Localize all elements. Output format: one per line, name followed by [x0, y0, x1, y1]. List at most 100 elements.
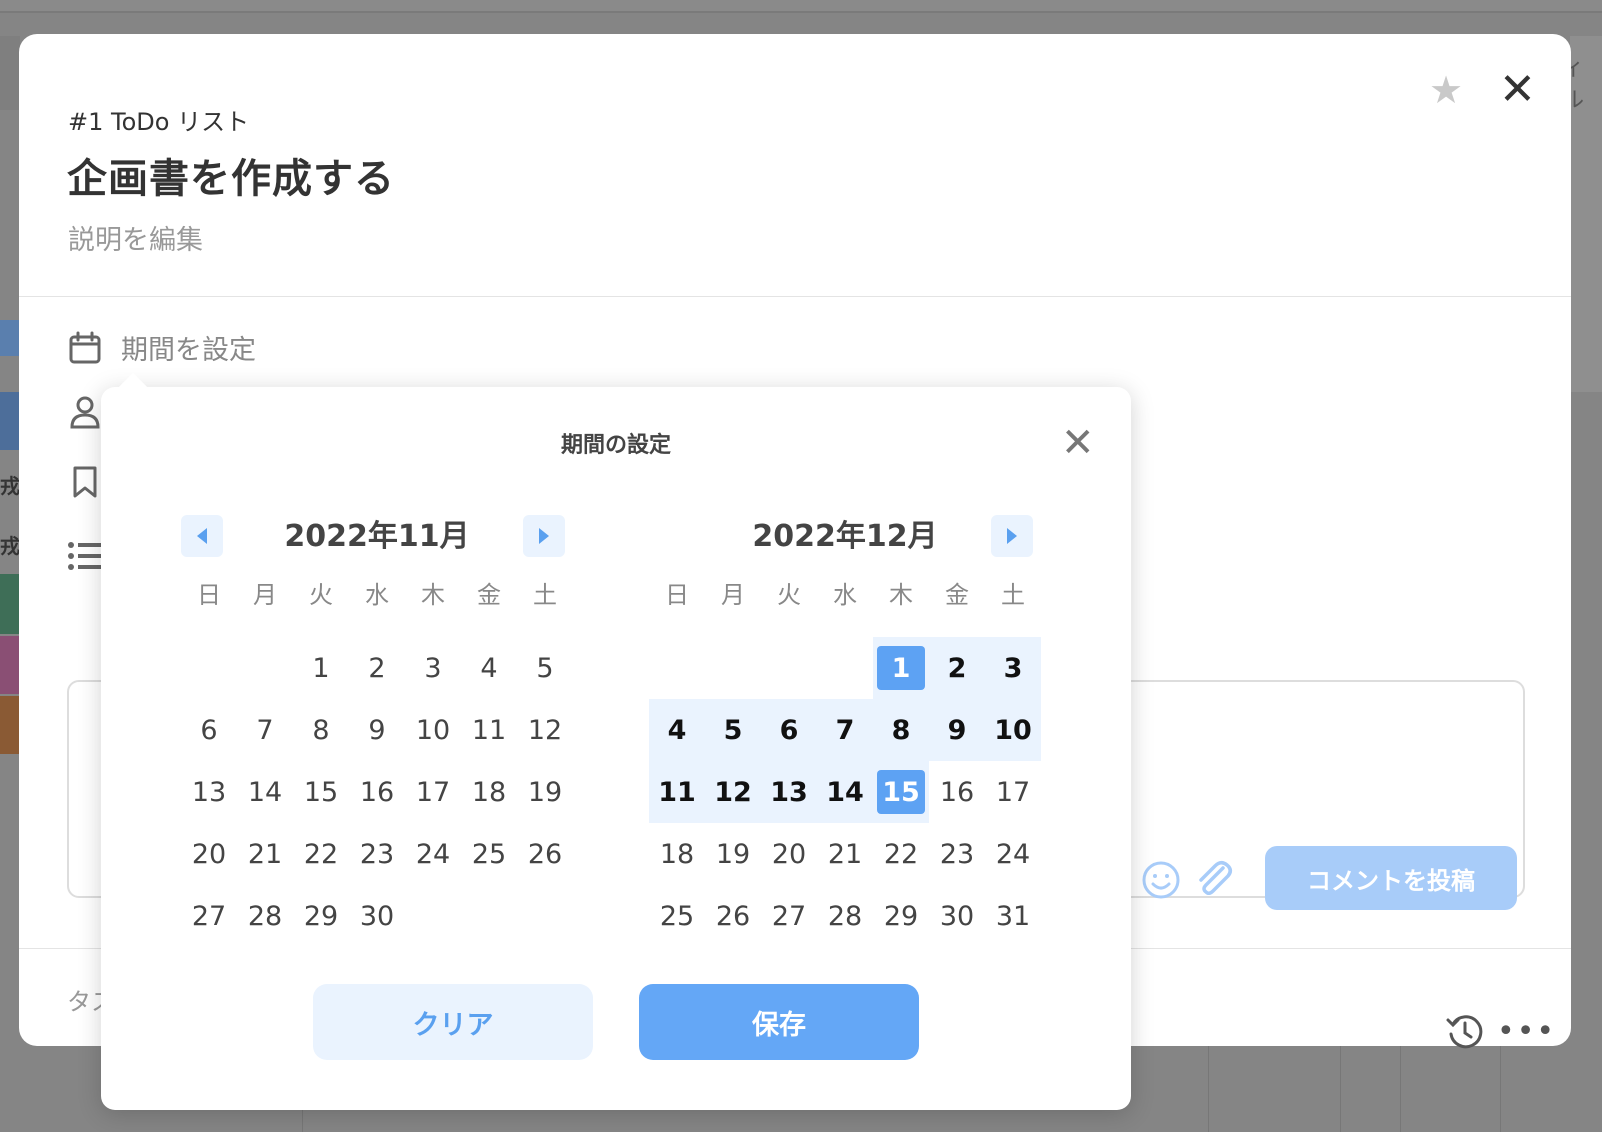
post-comment-button[interactable]: コメントを投稿 — [1265, 846, 1517, 910]
day-grid: 1 2 3 4 5 6 7 8 9 10 11 12 13 14 15 16 17 18 19 20 21 22 23 24 2… — [649, 637, 1041, 947]
weekday-label: 日 — [197, 581, 221, 609]
background-strip — [0, 36, 20, 110]
day-cell[interactable]: 12 — [517, 699, 573, 761]
clear-button[interactable]: クリア — [313, 984, 593, 1060]
day-cell[interactable]: 9 — [349, 699, 405, 761]
weekday-label: 日 — [665, 581, 689, 609]
task-title[interactable]: 企画書を作成する — [67, 146, 395, 204]
next-month-button[interactable] — [991, 515, 1033, 557]
day-cell[interactable]: 3 — [985, 637, 1041, 699]
day-cell[interactable]: 29 — [293, 885, 349, 947]
day-cell[interactable]: 2 — [349, 637, 405, 699]
background-grid-line — [1340, 1046, 1341, 1132]
day-cell[interactable]: 1 — [293, 637, 349, 699]
day-grid: 1 2 3 4 5 6 7 8 9 10 11 12 13 14 15 16 17 18 19 20 21 22 23 24 2… — [181, 637, 573, 947]
day-cell[interactable]: 11 — [649, 761, 705, 823]
day-cell[interactable]: 7 — [237, 699, 293, 761]
day-cell[interactable]: 24 — [405, 823, 461, 885]
day-cell[interactable]: 7 — [817, 699, 873, 761]
day-cell[interactable]: 1 — [873, 637, 929, 699]
tag-row[interactable] — [67, 464, 103, 500]
day-cell[interactable]: 15 — [293, 761, 349, 823]
day-cell[interactable]: 16 — [929, 761, 985, 823]
checklist-row[interactable] — [67, 538, 103, 574]
day-cell[interactable]: 18 — [461, 761, 517, 823]
day-cell[interactable]: 23 — [349, 823, 405, 885]
weekday-label: 土 — [1001, 581, 1025, 609]
history-icon[interactable] — [1445, 1012, 1485, 1056]
day-cell[interactable]: 16 — [349, 761, 405, 823]
empty-day-cell — [761, 637, 817, 699]
day-cell[interactable]: 22 — [293, 823, 349, 885]
day-cell[interactable]: 2 — [929, 637, 985, 699]
day-cell[interactable]: 10 — [405, 699, 461, 761]
day-cell[interactable]: 17 — [405, 761, 461, 823]
day-cell[interactable]: 9 — [929, 699, 985, 761]
day-cell[interactable]: 14 — [817, 761, 873, 823]
day-cell[interactable]: 4 — [461, 637, 517, 699]
day-cell[interactable]: 10 — [985, 699, 1041, 761]
day-cell[interactable]: 13 — [181, 761, 237, 823]
next-month-button[interactable] — [523, 515, 565, 557]
day-cell[interactable]: 20 — [181, 823, 237, 885]
day-cell[interactable]: 25 — [461, 823, 517, 885]
calendar-header: 2022年11月 — [181, 515, 573, 559]
close-icon[interactable]: ✕ — [1499, 64, 1536, 115]
date-range-popover: 期間の設定 ✕ 2022年11月 日月火水木金土 1 2 3 4 5 6 7 8 9 10 11 12… — [101, 372, 1131, 1110]
day-cell[interactable]: 30 — [929, 885, 985, 947]
day-cell[interactable]: 26 — [705, 885, 761, 947]
day-cell[interactable]: 13 — [761, 761, 817, 823]
day-cell[interactable]: 23 — [929, 823, 985, 885]
more-icon[interactable]: ••• — [1497, 1017, 1556, 1047]
empty-day-cell — [705, 637, 761, 699]
close-icon[interactable]: ✕ — [1061, 423, 1095, 463]
day-cell[interactable]: 3 — [405, 637, 461, 699]
day-cell[interactable]: 26 — [517, 823, 573, 885]
period-label: 期間を設定 — [121, 335, 256, 366]
day-cell[interactable]: 8 — [873, 699, 929, 761]
day-cell[interactable]: 5 — [517, 637, 573, 699]
assignee-row[interactable] — [67, 394, 103, 430]
day-cell[interactable]: 17 — [985, 761, 1041, 823]
period-row[interactable]: 期間を設定 — [67, 328, 256, 367]
day-cell[interactable]: 28 — [817, 885, 873, 947]
day-cell[interactable]: 21 — [237, 823, 293, 885]
day-cell[interactable]: 25 — [649, 885, 705, 947]
day-cell[interactable]: 27 — [761, 885, 817, 947]
day-cell[interactable]: 12 — [705, 761, 761, 823]
day-cell[interactable]: 28 — [237, 885, 293, 947]
day-cell[interactable]: 14 — [237, 761, 293, 823]
day-cell[interactable]: 22 — [873, 823, 929, 885]
chevron-right-icon — [539, 528, 549, 544]
day-cell[interactable]: 11 — [461, 699, 517, 761]
prev-month-button[interactable] — [181, 515, 223, 557]
day-cell[interactable]: 6 — [761, 699, 817, 761]
calendar-icon — [67, 330, 103, 366]
day-cell[interactable]: 21 — [817, 823, 873, 885]
day-cell[interactable]: 29 — [873, 885, 929, 947]
day-cell[interactable]: 6 — [181, 699, 237, 761]
day-cell[interactable]: 24 — [985, 823, 1041, 885]
day-cell[interactable]: 18 — [649, 823, 705, 885]
day-cell[interactable]: 8 — [293, 699, 349, 761]
popover-title: 期間の設定 — [560, 433, 671, 458]
empty-day-cell — [237, 637, 293, 699]
day-cell[interactable]: 15 — [873, 761, 929, 823]
day-cell[interactable]: 4 — [649, 699, 705, 761]
day-cell[interactable]: 20 — [761, 823, 817, 885]
save-button[interactable]: 保存 — [639, 984, 919, 1060]
day-cell[interactable]: 27 — [181, 885, 237, 947]
star-icon[interactable]: ★ — [1429, 68, 1463, 112]
breadcrumb[interactable]: #1 ToDo リスト — [68, 102, 249, 137]
weekday-label: 火 — [309, 581, 333, 609]
day-cell[interactable]: 5 — [705, 699, 761, 761]
day-cell[interactable]: 19 — [517, 761, 573, 823]
day-cell[interactable]: 30 — [349, 885, 405, 947]
weekday-label: 月 — [721, 581, 745, 609]
day-cell[interactable]: 31 — [985, 885, 1041, 947]
day-cell[interactable]: 19 — [705, 823, 761, 885]
edit-description-link[interactable]: 説明を編集 — [68, 218, 203, 257]
paperclip-icon[interactable] — [1193, 858, 1235, 904]
background-grid-line — [1400, 1046, 1401, 1132]
emoji-icon[interactable] — [1141, 860, 1181, 904]
